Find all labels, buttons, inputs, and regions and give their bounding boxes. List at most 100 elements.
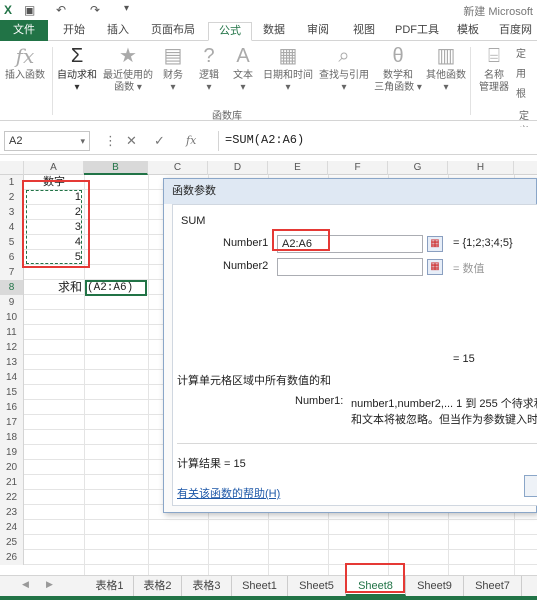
undo-icon[interactable]: ↶ <box>56 3 66 17</box>
column-header-a[interactable]: A <box>24 161 84 175</box>
define-name-label[interactable]: 定 <box>516 49 526 60</box>
row-header-12[interactable]: 12 <box>0 340 24 355</box>
column-header-g[interactable]: G <box>388 161 448 175</box>
column-header-d[interactable]: D <box>208 161 268 175</box>
row-header-7[interactable]: 7 <box>0 265 24 280</box>
other-functions-button[interactable]: ▥ 其他函数 ▾ <box>424 45 468 94</box>
define-names-column[interactable]: 定 用 根 <box>516 45 537 105</box>
create-from-selection-label[interactable]: 根 <box>516 89 526 100</box>
document-title: 新建 Microsoft <box>463 6 533 18</box>
sheet-tab[interactable]: 表格1 <box>86 576 134 596</box>
row-header-11[interactable]: 11 <box>0 325 24 340</box>
row-header-13[interactable]: 13 <box>0 355 24 370</box>
row-header-26[interactable]: 26 <box>0 550 24 565</box>
row-header-23[interactable]: 23 <box>0 505 24 520</box>
lookup-button[interactable]: ⌕ 查找与引用 ▾ <box>318 45 370 94</box>
cell-a1[interactable]: 数字 <box>24 175 84 190</box>
tab-file[interactable]: 文件 <box>0 20 48 41</box>
column-header-c[interactable]: C <box>148 161 208 175</box>
row-header-3[interactable]: 3 <box>0 205 24 220</box>
tab-view[interactable]: 视图 <box>346 22 382 41</box>
row-header-1[interactable]: 1 <box>0 175 24 190</box>
row-header-10[interactable]: 10 <box>0 310 24 325</box>
redo-icon[interactable]: ↷ <box>90 3 100 17</box>
cancel-icon[interactable]: ✕ <box>126 133 137 149</box>
collapse-dialog-icon[interactable]: ▦ <box>427 259 443 275</box>
financial-button[interactable]: ▤ 财务 ▾ <box>158 45 188 94</box>
text-button[interactable]: A 文本 ▾ <box>228 45 258 94</box>
insert-function-icon[interactable]: fx <box>186 134 196 147</box>
formula-input[interactable]: =SUM(A2:A6) <box>218 131 537 151</box>
help-link[interactable]: 有关该函数的帮助(H) <box>177 485 280 501</box>
cell-b8[interactable]: (A2:A6) <box>85 280 147 296</box>
sheet-tab[interactable]: Sheet5 <box>288 576 346 596</box>
column-header-h[interactable]: H <box>448 161 514 175</box>
sheet-tab[interactable]: 表格3 <box>182 576 232 596</box>
sheet-tab[interactable]: 表格2 <box>134 576 182 596</box>
insert-function-button[interactable]: fx 插入函数 <box>2 45 48 82</box>
row-header-21[interactable]: 21 <box>0 475 24 490</box>
row-header-14[interactable]: 14 <box>0 370 24 385</box>
datetime-button[interactable]: ▦ 日期和时间 ▾ <box>262 45 314 94</box>
grid-line <box>84 175 85 575</box>
ok-button[interactable] <box>524 475 537 497</box>
tab-baidu[interactable]: 百度网 <box>494 22 537 41</box>
column-header-b[interactable]: B <box>84 161 148 175</box>
more-functions-icon: ▥ <box>436 45 456 67</box>
enter-icon[interactable]: ✓ <box>154 133 165 149</box>
tab-template[interactable]: 模板 <box>450 22 486 41</box>
row-header-4[interactable]: 4 <box>0 220 24 235</box>
row-header-5[interactable]: 5 <box>0 235 24 250</box>
dialog-title: 函数参数 <box>164 179 536 204</box>
tab-insert[interactable]: 插入 <box>100 22 136 41</box>
arg-desc-line-1: number1,number2,... 1 到 255 个待求和 <box>351 398 537 410</box>
name-box[interactable]: A2 ▾ <box>4 131 90 151</box>
logical-label: 逻辑 <box>199 70 219 81</box>
tab-home[interactable]: 开始 <box>56 22 92 41</box>
row-header-22[interactable]: 22 <box>0 490 24 505</box>
number2-input[interactable] <box>277 258 423 276</box>
book-icon: ▤ <box>163 45 183 67</box>
row-header-8[interactable]: 8 <box>0 280 24 295</box>
row-header-19[interactable]: 19 <box>0 445 24 460</box>
grid-line <box>24 519 537 520</box>
autosum-button[interactable]: Σ 自动求和 ▾ <box>54 45 100 94</box>
row-header-25[interactable]: 25 <box>0 535 24 550</box>
collapse-dialog-icon[interactable]: ▦ <box>427 236 443 252</box>
financial-label: 财务 <box>163 70 183 81</box>
tab-page-layout[interactable]: 页面布局 <box>144 22 202 41</box>
scroll-left-icon[interactable]: ◀ <box>22 579 29 590</box>
tab-formulas[interactable]: 公式 <box>208 22 252 41</box>
row-header-2[interactable]: 2 <box>0 190 24 205</box>
row-header-17[interactable]: 17 <box>0 415 24 430</box>
row-header-20[interactable]: 20 <box>0 460 24 475</box>
sheet-tab[interactable]: Sheet1 <box>232 576 288 596</box>
sheet-tab[interactable]: Sheet9 <box>406 576 464 596</box>
row-header-9[interactable]: 9 <box>0 295 24 310</box>
select-all-corner[interactable] <box>0 161 24 175</box>
column-header-f[interactable]: F <box>328 161 388 175</box>
recent-functions-button[interactable]: ★ 最近使用的 函数 ▾ <box>100 45 156 94</box>
row-header-15[interactable]: 15 <box>0 385 24 400</box>
sheet-tab[interactable]: Sheet7 <box>464 576 522 596</box>
help-link-text[interactable]: 有关该函数的帮助(H) <box>177 488 280 500</box>
row-header-24[interactable]: 24 <box>0 520 24 535</box>
column-header-e[interactable]: E <box>268 161 328 175</box>
use-in-formula-label[interactable]: 用 <box>516 69 526 80</box>
math-trig-button[interactable]: θ 数学和 三角函数 ▾ <box>374 45 422 94</box>
tab-data[interactable]: 数据 <box>256 22 292 41</box>
save-icon[interactable]: ▣ <box>24 3 35 17</box>
tab-review[interactable]: 审阅 <box>300 22 336 41</box>
scroll-right-icon[interactable]: ▶ <box>46 579 53 590</box>
row-header-6[interactable]: 6 <box>0 250 24 265</box>
logical-button[interactable]: ? 逻辑 ▾ <box>194 45 224 94</box>
chevron-down-icon[interactable]: ▾ <box>80 132 85 150</box>
row-header-18[interactable]: 18 <box>0 430 24 445</box>
name-manager-button[interactable]: ⌸ 名称 管理器 <box>474 45 514 94</box>
cell-a8[interactable]: 求和 <box>24 280 84 295</box>
sheet-tab-active[interactable]: Sheet8 <box>346 576 406 596</box>
row-header-16[interactable]: 16 <box>0 400 24 415</box>
quick-access-dropdown-icon[interactable]: ▾ <box>124 3 129 14</box>
tab-pdf-tools[interactable]: PDF工具 <box>392 22 442 41</box>
number1-input[interactable]: A2:A6 <box>277 235 423 253</box>
